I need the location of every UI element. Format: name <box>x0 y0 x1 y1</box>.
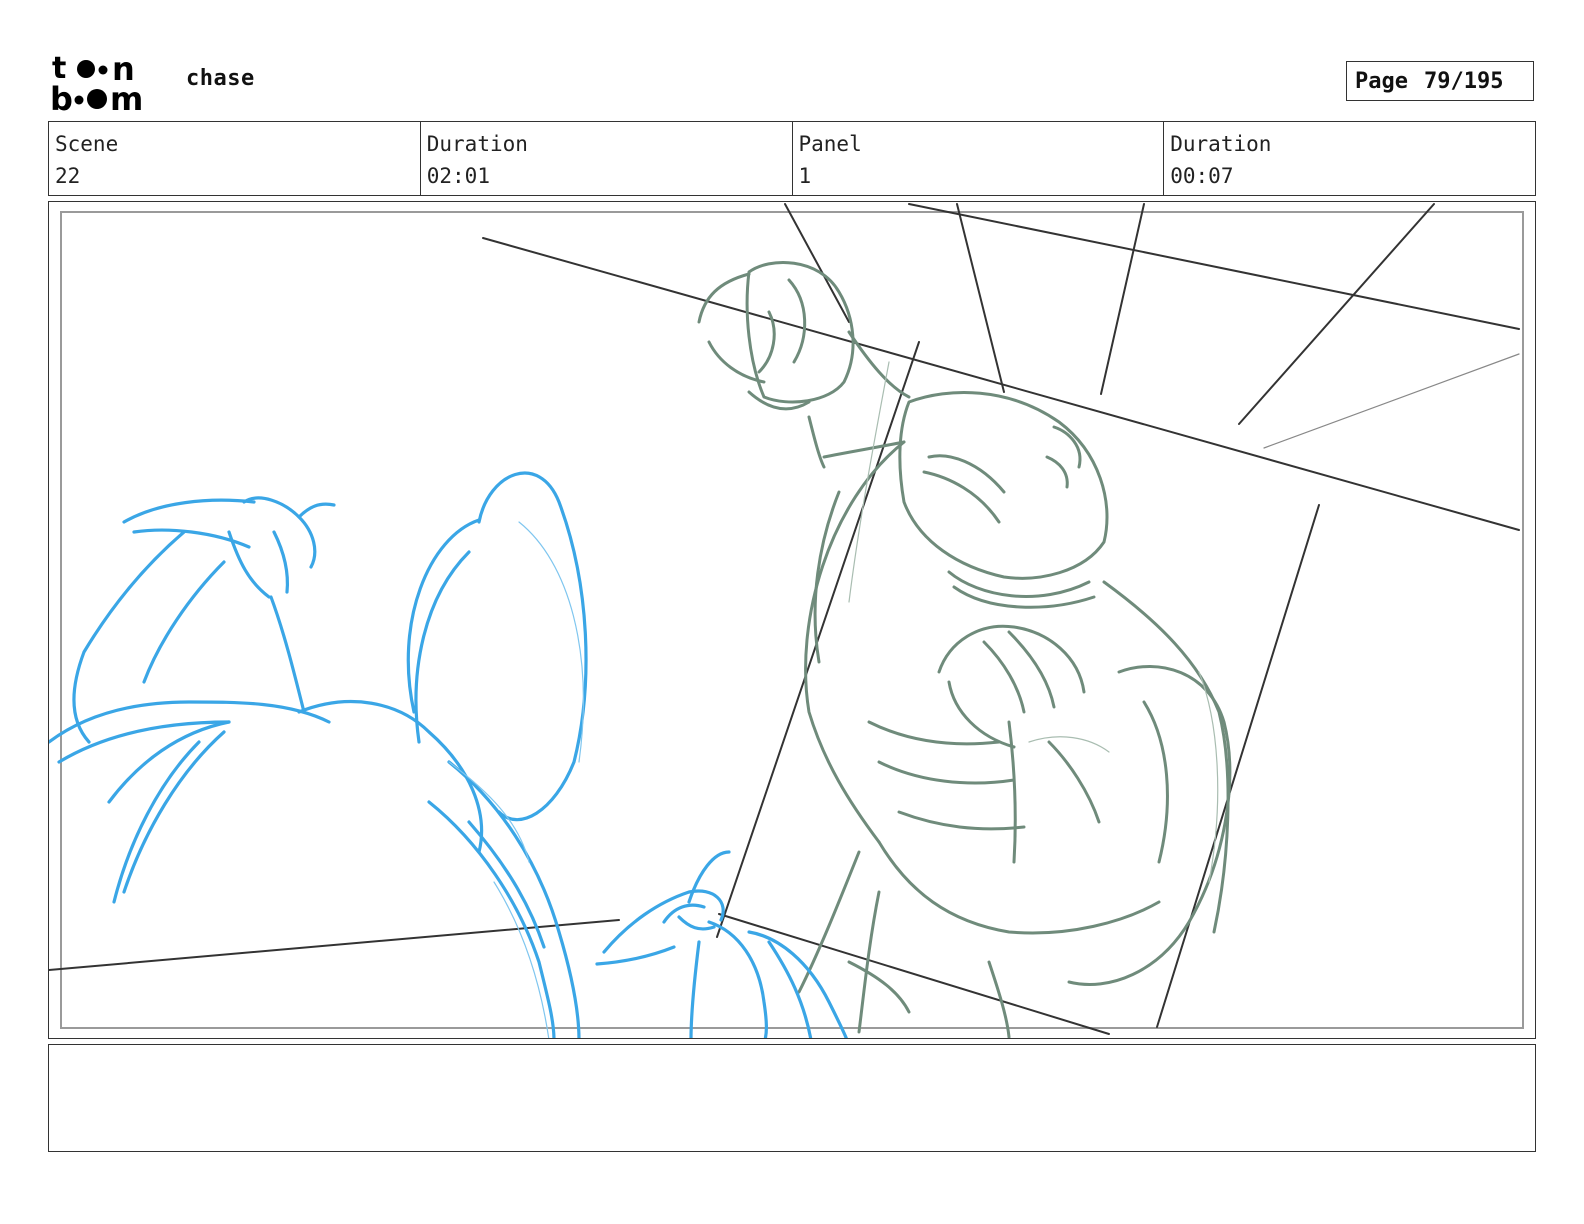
svg-text:m: m <box>110 80 143 114</box>
scene-duration-label: Duration <box>426 132 528 156</box>
panel-cell: Panel 1 <box>791 122 1164 195</box>
layout-lines <box>49 203 1520 1035</box>
scene-duration-cell: Duration 02:01 <box>419 122 792 195</box>
scene-cell: Scene 22 <box>49 122 420 195</box>
foreground-character-sketch <box>49 471 848 1038</box>
panel-value: 1 <box>798 164 812 188</box>
project-title: chase <box>186 66 255 91</box>
panel-notes <box>48 1044 1536 1152</box>
page-indicator: Page 79/195 <box>1346 61 1534 101</box>
storyboard-panel <box>48 201 1536 1039</box>
panel-duration-value: 00:07 <box>1170 164 1234 188</box>
panel-duration-label: Duration <box>1170 132 1272 156</box>
svg-text:b: b <box>50 80 73 114</box>
panel-sketch <box>49 203 1520 1038</box>
page-label: Page <box>1355 68 1408 94</box>
scene-duration-value: 02:01 <box>426 164 490 188</box>
page-number: 79/195 <box>1423 68 1504 94</box>
toon-boom-logo: t n b m <box>50 50 166 114</box>
scene-value: 22 <box>55 164 81 188</box>
scene-label: Scene <box>55 132 119 156</box>
background-character-sketch <box>697 261 1232 1038</box>
panel-label: Panel <box>798 132 862 156</box>
scene-info-table: Scene 22 Duration 02:01 Panel 1 Duration… <box>48 121 1536 196</box>
panel-duration-cell: Duration 00:07 <box>1163 122 1535 195</box>
